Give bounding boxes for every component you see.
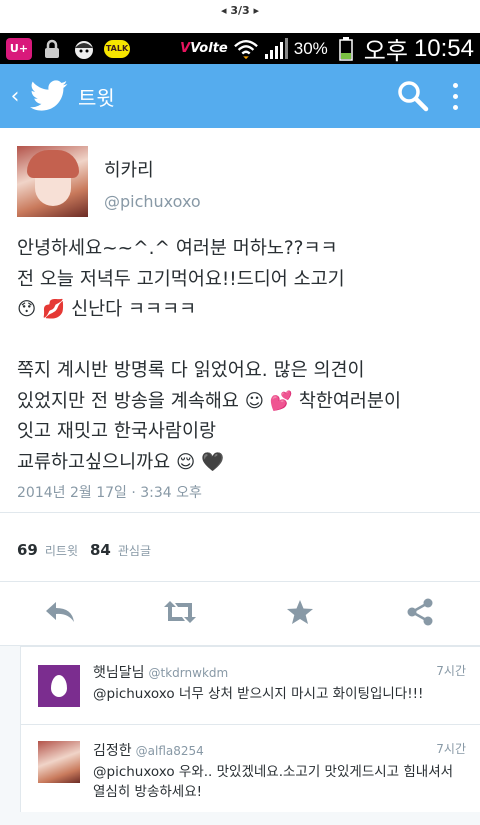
author-handle[interactable]: @pichuxoxo xyxy=(104,192,201,211)
divider xyxy=(0,581,480,582)
reply-time: 7시간 xyxy=(436,664,466,678)
lg-uplus-icon: U+ xyxy=(6,37,32,60)
status-time: 10:54 xyxy=(413,34,474,62)
page-indicator: ◂ 3/3 ▸ xyxy=(0,0,480,22)
volte-label: Volte xyxy=(190,41,228,56)
reply-list: 햇님달님 @tkdrnwkdm 7시간 @pichuxoxo 너무 상처 받으시지… xyxy=(0,645,480,825)
kakaotalk-icon: TALK xyxy=(104,39,130,58)
author-name[interactable]: 히카리 xyxy=(104,156,201,182)
favorite-count[interactable]: 84 xyxy=(90,541,111,559)
tweet-text: 안녕하세요~~^.^ 여러분 머하노??ㅋㅋ 전 오늘 저녁두 고기먹어요!!드… xyxy=(17,238,401,473)
app-face-icon xyxy=(72,37,96,61)
egg-avatar-icon[interactable] xyxy=(38,665,80,707)
overflow-menu-icon[interactable] xyxy=(430,76,480,116)
battery-icon xyxy=(334,36,358,61)
reply-author-name[interactable]: 햇님달님 xyxy=(93,665,145,681)
volte-indicator: VVolte xyxy=(180,41,228,56)
tweet-author[interactable]: 히카리 @pichuxoxo xyxy=(17,146,201,217)
wifi-icon xyxy=(233,37,258,61)
favorite-star-icon[interactable] xyxy=(278,590,322,634)
share-icon[interactable] xyxy=(398,590,442,634)
reply-avatar[interactable] xyxy=(38,741,80,783)
reply-item[interactable]: 햇님달님 @tkdrnwkdm 7시간 @pichuxoxo 너무 상처 받으시지… xyxy=(20,646,480,724)
reply-author-handle[interactable]: @tkdrnwkdm xyxy=(149,666,229,680)
signal-icon xyxy=(264,37,288,61)
reply-text: @pichuxoxo 너무 상처 받으시지 마시고 화이팅입니다!!! xyxy=(93,686,424,702)
retweet-label[interactable]: 리트윗 xyxy=(45,542,78,559)
retweet-count[interactable]: 69 xyxy=(17,541,38,559)
favorite-label[interactable]: 관심글 xyxy=(118,542,151,559)
reply-author-handle[interactable]: @alfla8254 xyxy=(136,744,204,758)
divider xyxy=(0,512,480,513)
reply-item[interactable]: 김정한 @alfla8254 7시간 @pichuxoxo 우와.. 맛있겠네요.… xyxy=(20,724,480,812)
reply-author-name[interactable]: 김정한 xyxy=(93,743,132,759)
app-bar: ‹ 트윗 xyxy=(0,64,480,128)
reply-author[interactable]: 햇님달님 @tkdrnwkdm xyxy=(93,662,228,682)
status-bar: U+ TALK VVolte 30% 오후 10:54 xyxy=(0,33,480,65)
lock-icon xyxy=(40,37,64,61)
screen-title: 트윗 xyxy=(78,85,115,110)
status-ampm: 오후 xyxy=(363,38,408,65)
reply-time: 7시간 xyxy=(436,742,466,756)
retweet-icon[interactable] xyxy=(158,590,202,634)
author-avatar[interactable] xyxy=(17,146,88,217)
twitter-bird-icon[interactable] xyxy=(30,80,68,112)
search-icon[interactable] xyxy=(396,79,430,113)
tweet-timestamp: 2014년 2월 17일 · 3:34 오후 xyxy=(17,485,202,501)
battery-percent: 30% xyxy=(293,38,328,58)
reply-icon[interactable] xyxy=(38,590,82,634)
reply-author[interactable]: 김정한 @alfla8254 xyxy=(93,740,204,760)
tweet-stats: 69 리트윗 84 관심글 xyxy=(17,541,163,559)
tweet-actions xyxy=(0,590,480,642)
back-arrow-icon[interactable]: ‹ xyxy=(4,84,26,109)
reply-text: @pichuxoxo 우와.. 맛있겠네요.소고기 맛있게드시고 힘내셔서 열심… xyxy=(93,764,454,800)
